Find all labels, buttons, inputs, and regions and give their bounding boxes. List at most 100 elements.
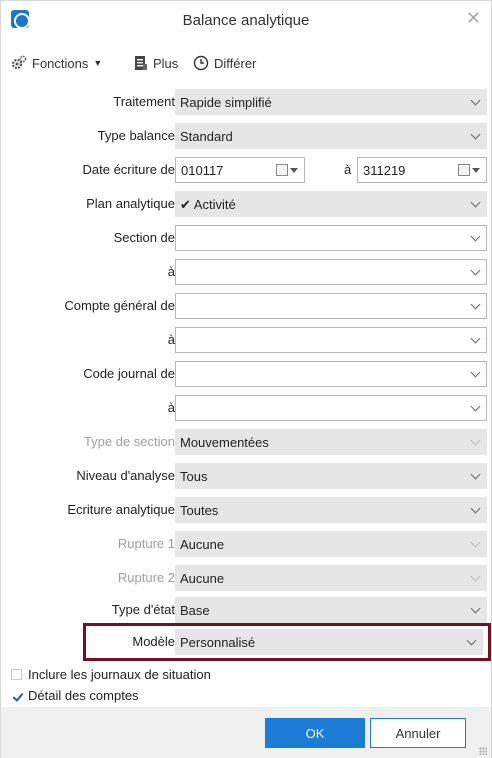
code-journal-a-label: à	[167, 400, 175, 415]
modele-select[interactable]: Personnalisé	[175, 629, 483, 655]
caret-down-icon: ▼	[93, 58, 103, 68]
detail-comptes-checkbox-row[interactable]: Détail des comptes	[11, 686, 139, 704]
niveau-analyse-label: Niveau d'analyse	[76, 468, 175, 483]
chevron-down-icon	[470, 604, 480, 614]
date-to-field[interactable]: 311219	[357, 157, 487, 183]
dialog-title: Balance analytique	[182, 12, 310, 29]
ok-button[interactable]: OK	[265, 718, 365, 748]
niveau-analyse-select[interactable]: Tous	[175, 463, 487, 489]
rupture-1-select: Aucune	[175, 531, 487, 557]
date-from-field[interactable]: 010117	[175, 157, 305, 183]
type-etat-value: Base	[180, 603, 210, 618]
rupture-1-label: Rupture 1	[117, 536, 175, 551]
ecriture-analytique-select[interactable]: Toutes	[175, 497, 487, 523]
close-icon[interactable]: ✕	[466, 9, 481, 27]
compte-general-a-select[interactable]	[175, 327, 487, 353]
code-journal-de-select[interactable]	[175, 361, 487, 387]
row-section-de: Section de	[1, 225, 492, 251]
plus-label: Plus	[153, 55, 179, 71]
rupture-2-value: Aucune	[180, 571, 225, 586]
calendar-dropdown-icon[interactable]	[458, 164, 480, 176]
calendar-dropdown-icon[interactable]	[276, 164, 298, 176]
compte-general-de-label: Compte général de	[64, 298, 175, 313]
type-section-select: Mouvementées	[175, 429, 487, 455]
fonctions-label: Fonctions	[32, 55, 89, 71]
row-type-section: Type de section Mouvementées	[1, 429, 492, 455]
chevron-down-icon	[470, 504, 480, 514]
chevron-down-icon	[470, 572, 480, 582]
type-balance-label: Type balance	[97, 128, 175, 143]
document-icon	[135, 56, 147, 70]
chevron-down-icon	[470, 436, 480, 446]
row-modele: Modèle Personnalisé	[1, 629, 492, 655]
dialog-window: Balance analytique ✕ Fonctions ▼ Plus Di…	[0, 0, 492, 758]
inclure-journaux-checkbox[interactable]	[11, 668, 22, 680]
date-ecriture-label: Date écriture de	[82, 162, 176, 177]
traitement-value: Rapide simplifié	[180, 95, 272, 110]
chevron-down-icon	[470, 470, 480, 480]
modele-value: Personnalisé	[180, 635, 256, 650]
date-to-label: à	[344, 162, 352, 177]
fonctions-menu-button[interactable]: Fonctions ▼	[11, 51, 102, 75]
detail-comptes-checkbox[interactable]	[11, 689, 22, 701]
compte-general-de-select[interactable]	[175, 293, 487, 319]
rupture-1-value: Aucune	[180, 537, 225, 552]
row-section-a: à	[1, 259, 492, 285]
toolbar: Fonctions ▼ Plus Différer	[1, 51, 491, 75]
chevron-down-icon	[470, 402, 480, 412]
row-code-journal-a: à	[1, 395, 492, 421]
differer-button[interactable]: Différer	[193, 51, 256, 75]
row-compte-general-a: à	[1, 327, 492, 353]
type-balance-value: Standard	[180, 129, 233, 144]
inclure-journaux-label: Inclure les journaux de situation	[28, 666, 211, 682]
chevron-down-icon	[470, 198, 480, 208]
chevron-down-icon	[470, 300, 480, 310]
plan-analytique-label: Plan analytique	[86, 196, 175, 211]
rupture-2-label: Rupture 2	[117, 570, 175, 585]
modele-label: Modèle	[132, 634, 175, 649]
date-to-value: 311219	[363, 163, 406, 178]
row-plan-analytique: Plan analytique ✔ Activité	[1, 191, 492, 217]
dialog-footer: OK Annuler	[1, 707, 491, 758]
type-etat-label: Type d'état	[111, 602, 175, 617]
ecriture-analytique-value: Toutes	[180, 503, 219, 518]
row-niveau-analyse: Niveau d'analyse Tous	[1, 463, 492, 489]
type-section-value: Mouvementées	[180, 435, 269, 450]
chevron-down-icon	[470, 538, 480, 548]
resize-grip-icon[interactable]	[479, 747, 487, 755]
differer-label: Différer	[214, 55, 257, 71]
chevron-down-icon	[470, 266, 480, 276]
row-ecriture-analytique: Ecriture analytique Toutes	[1, 497, 492, 523]
row-date-ecriture: Date écriture de 010117 à 311219	[1, 157, 492, 183]
title-bar: Balance analytique ✕	[1, 1, 491, 39]
compte-general-a-label: à	[167, 332, 175, 347]
section-de-select[interactable]	[175, 225, 487, 251]
code-journal-a-select[interactable]	[175, 395, 487, 421]
section-a-select[interactable]	[175, 259, 487, 285]
chevron-down-icon	[470, 232, 480, 242]
detail-comptes-label: Détail des comptes	[28, 687, 139, 703]
inclure-journaux-checkbox-row[interactable]: Inclure les journaux de situation	[11, 665, 211, 683]
date-from-value: 010117	[181, 163, 224, 178]
chevron-down-icon	[470, 96, 480, 106]
plan-analytique-select[interactable]: ✔ Activité	[175, 191, 487, 217]
niveau-analyse-value: Tous	[180, 469, 208, 484]
row-compte-general-de: Compte général de	[1, 293, 492, 319]
plus-button[interactable]: Plus	[134, 51, 178, 75]
ecriture-analytique-label: Ecriture analytique	[67, 502, 175, 517]
chevron-down-icon	[466, 636, 476, 646]
clock-icon	[193, 55, 209, 71]
row-traitement: Traitement Rapide simplifié	[1, 89, 492, 115]
gear-icon	[11, 55, 27, 70]
plan-analytique-value: ✔ Activité	[180, 197, 236, 212]
traitement-select[interactable]: Rapide simplifié	[175, 89, 487, 115]
type-balance-select[interactable]: Standard	[175, 123, 487, 149]
rupture-2-select: Aucune	[175, 565, 487, 591]
type-section-label: Type de section	[83, 434, 175, 449]
section-a-label: à	[167, 264, 175, 279]
cancel-button[interactable]: Annuler	[370, 718, 466, 748]
row-rupture-2: Rupture 2 Aucune	[1, 565, 492, 591]
row-rupture-1: Rupture 1 Aucune	[1, 531, 492, 557]
type-etat-select[interactable]: Base	[175, 597, 487, 623]
chevron-down-icon	[470, 334, 480, 344]
